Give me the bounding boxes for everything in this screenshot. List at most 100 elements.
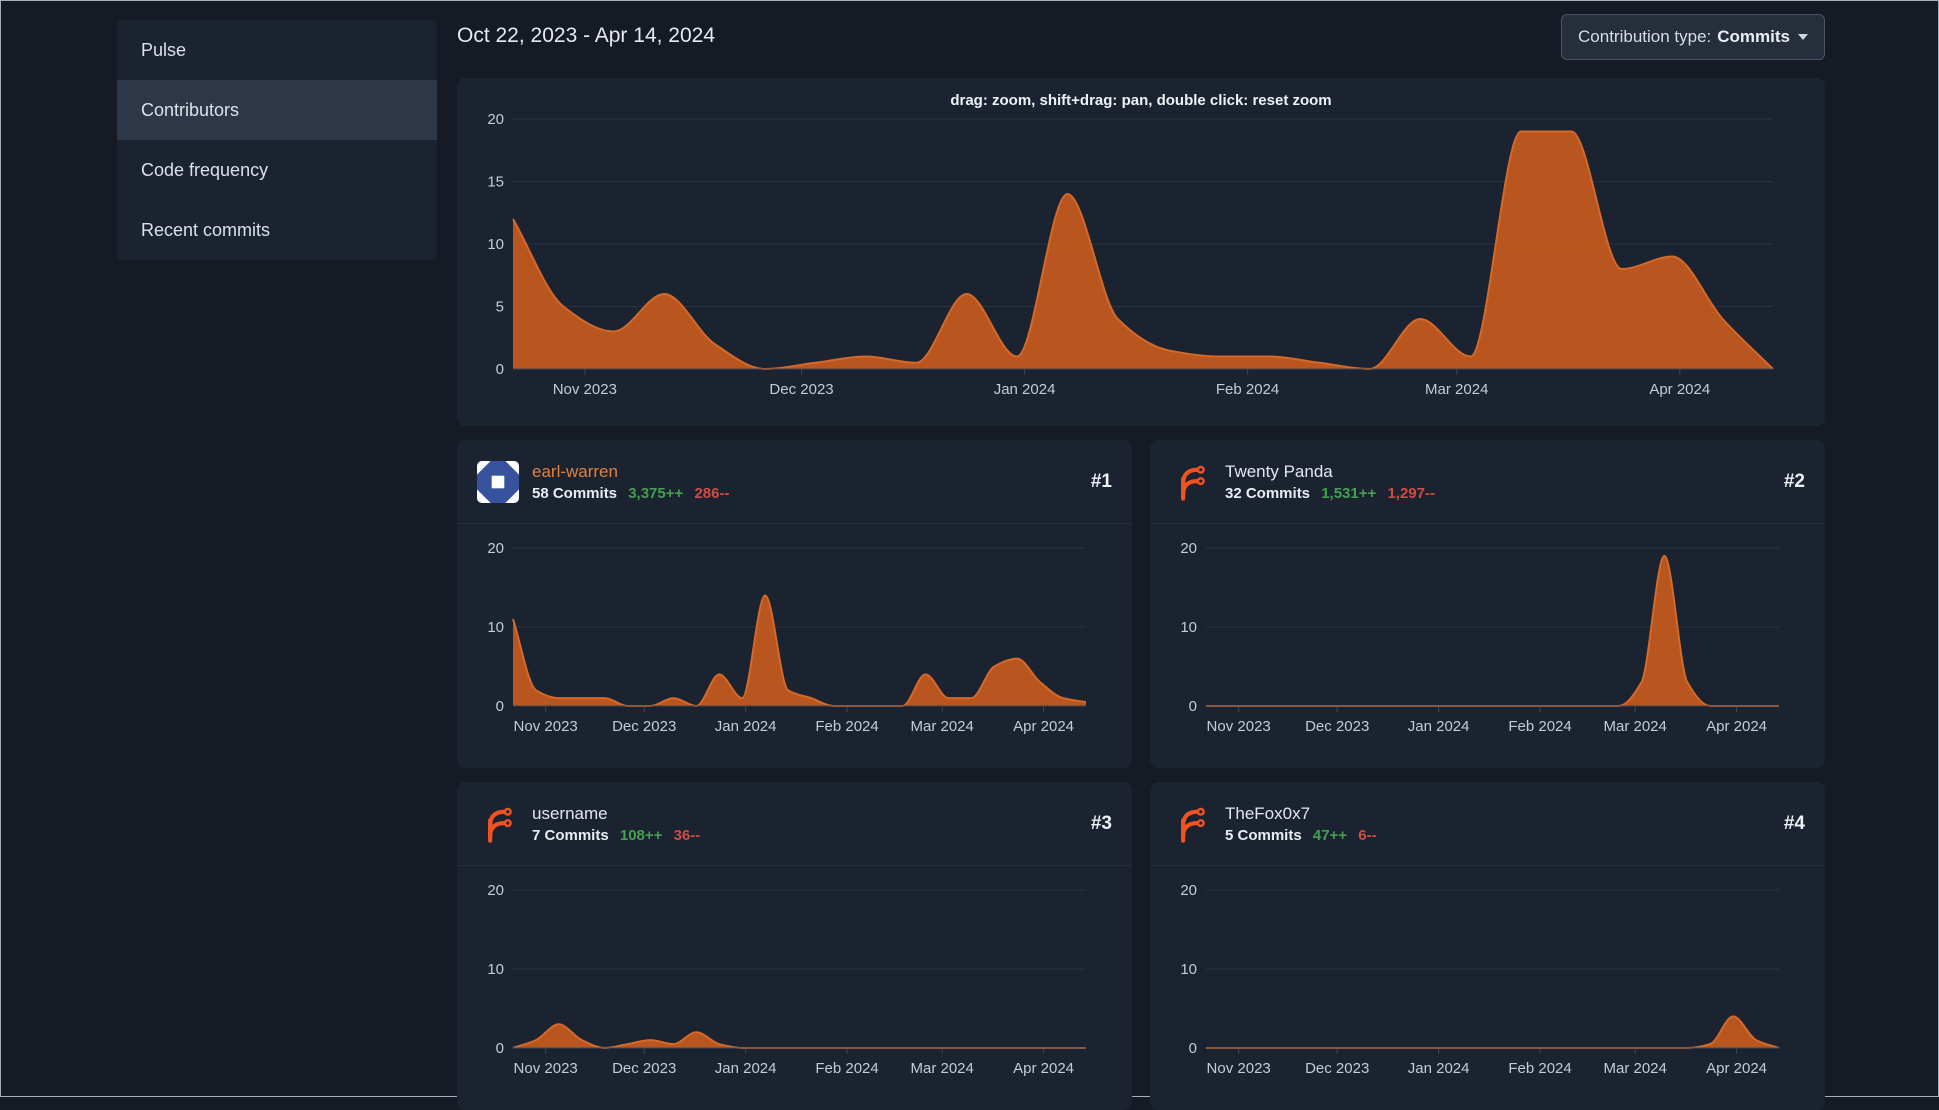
contributor-card-header: TheFox0x7 5 Commits 47++ 6-- #4: [1150, 782, 1825, 866]
svg-text:Apr 2024: Apr 2024: [1706, 718, 1767, 735]
contributor-chart[interactable]: 0 10 20 Nov 2023 Dec 2023 Jan 2024 Feb 2024 Mar…: [473, 524, 1116, 744]
rank-badge: #4: [1783, 812, 1805, 834]
rank-badge: #3: [1090, 812, 1112, 834]
additions-count: 3,375++: [628, 485, 684, 503]
svg-text:0: 0: [496, 698, 504, 715]
date-range-title: Oct 22, 2023 - Apr 14, 2024: [457, 24, 716, 47]
contributor-stats: 5 Commits 47++ 6--: [1225, 827, 1384, 844]
additions-count: 1,531++: [1321, 485, 1377, 503]
svg-text:Nov 2023: Nov 2023: [514, 1060, 578, 1077]
svg-text:Mar 2024: Mar 2024: [910, 1060, 973, 1077]
sidebar-item-pulse[interactable]: Pulse: [117, 20, 437, 80]
overall-contributions-chart[interactable]: 0 5 10 15 20 Nov 2023 Dec 2023 Jan 2024 Feb 2024…: [473, 109, 1809, 409]
contributor-identity: username 7 Commits 108++ 36--: [532, 803, 707, 844]
svg-text:10: 10: [487, 961, 504, 978]
sidebar-item-recent-commits[interactable]: Recent commits: [117, 200, 437, 260]
svg-text:Feb 2024: Feb 2024: [815, 1060, 878, 1077]
svg-text:Feb 2024: Feb 2024: [1508, 1060, 1571, 1077]
rank-badge: #1: [1090, 470, 1112, 492]
forgejo-logo-icon: [1181, 807, 1205, 843]
svg-text:0: 0: [1189, 698, 1197, 715]
commit-count: 58 Commits: [532, 485, 618, 503]
contributor-stats: 58 Commits 3,375++ 286--: [532, 485, 736, 502]
svg-text:Apr 2024: Apr 2024: [1706, 1060, 1767, 1077]
chevron-down-icon: [1798, 34, 1808, 40]
commit-count: 5 Commits: [1225, 827, 1302, 845]
svg-text:Feb 2024: Feb 2024: [815, 718, 878, 735]
contribution-type-label: Contribution type:: [1578, 27, 1712, 46]
svg-text:Dec 2023: Dec 2023: [1305, 1060, 1369, 1077]
activity-page: { "header": { "date_range": "Oct 22, 202…: [0, 0, 1939, 1110]
contributor-cards: earl-warren 58 Commits 3,375++ 286-- #1 …: [457, 440, 1825, 1110]
contributor-card-header: earl-warren 58 Commits 3,375++ 286-- #1: [457, 440, 1132, 524]
svg-text:Mar 2024: Mar 2024: [910, 718, 973, 735]
svg-text:0: 0: [1189, 1040, 1197, 1057]
avatar: [1170, 803, 1212, 845]
contributor-identity: earl-warren 58 Commits 3,375++ 286--: [532, 461, 736, 502]
sidebar-item-contributors[interactable]: Contributors: [117, 80, 437, 140]
contributor-identity: TheFox0x7 5 Commits 47++ 6--: [1225, 803, 1384, 844]
svg-text:Jan 2024: Jan 2024: [715, 718, 777, 735]
svg-text:Mar 2024: Mar 2024: [1425, 381, 1488, 398]
deletions-count: 1,297--: [1387, 485, 1435, 503]
contributor-card: username 7 Commits 108++ 36-- #3 0 10 20 No…: [457, 782, 1132, 1110]
svg-text:Apr 2024: Apr 2024: [1013, 718, 1074, 735]
sidebar-item-code-frequency[interactable]: Code frequency: [117, 140, 437, 200]
chart-zoom-hint: drag: zoom, shift+drag: pan, double clic…: [950, 92, 1332, 109]
contributor-stats: 32 Commits 1,531++ 1,297--: [1225, 485, 1442, 502]
svg-text:Dec 2023: Dec 2023: [612, 1060, 676, 1077]
commit-count: 7 Commits: [532, 827, 609, 845]
svg-text:20: 20: [487, 882, 504, 899]
svg-text:Feb 2024: Feb 2024: [1216, 381, 1279, 398]
contribution-type-value: Commits: [1717, 27, 1790, 46]
contributor-card: Twenty Panda 32 Commits 1,531++ 1,297-- …: [1150, 440, 1825, 768]
svg-text:20: 20: [487, 111, 504, 128]
contributor-chart[interactable]: 0 10 20 Nov 2023 Dec 2023 Jan 2024 Feb 2024 Mar…: [473, 866, 1116, 1086]
svg-text:Nov 2023: Nov 2023: [553, 381, 617, 398]
svg-text:20: 20: [1180, 540, 1197, 557]
svg-text:Dec 2023: Dec 2023: [1305, 718, 1369, 735]
overall-contributions-panel: drag: zoom, shift+drag: pan, double clic…: [457, 78, 1825, 426]
avatar: [477, 803, 519, 845]
svg-text:5: 5: [496, 299, 504, 316]
deletions-count: 286--: [694, 485, 730, 503]
contribution-type-dropdown[interactable]: Contribution type: Commits: [1561, 14, 1825, 60]
identicon-avatar: [477, 460, 519, 503]
svg-text:0: 0: [496, 361, 504, 378]
svg-text:Jan 2024: Jan 2024: [1408, 718, 1470, 735]
contributor-card-header: username 7 Commits 108++ 36-- #3: [457, 782, 1132, 866]
deletions-count: 36--: [673, 827, 701, 845]
main-content: Oct 22, 2023 - Apr 14, 2024 Contribution…: [457, 1, 1825, 1110]
svg-text:Dec 2023: Dec 2023: [769, 381, 833, 398]
svg-text:20: 20: [487, 540, 504, 557]
activity-nav: Pulse Contributors Code frequency Recent co…: [117, 20, 437, 260]
svg-text:Jan 2024: Jan 2024: [1408, 1060, 1470, 1077]
contributor-chart[interactable]: 0 10 20 Nov 2023 Dec 2023 Jan 2024 Feb 2024 Mar…: [1166, 866, 1809, 1086]
contributor-card: TheFox0x7 5 Commits 47++ 6-- #4 0 10 20 Nov…: [1150, 782, 1825, 1110]
avatar: [1170, 461, 1212, 503]
svg-text:10: 10: [487, 619, 504, 636]
additions-count: 47++: [1312, 827, 1348, 845]
svg-text:Apr 2024: Apr 2024: [1013, 1060, 1074, 1077]
svg-text:10: 10: [1180, 619, 1197, 636]
contributor-name: Twenty Panda: [1225, 461, 1333, 481]
contributor-name[interactable]: earl-warren: [532, 461, 736, 482]
contributor-stats: 7 Commits 108++ 36--: [532, 827, 707, 844]
svg-text:Mar 2024: Mar 2024: [1603, 1060, 1666, 1077]
contributor-name: username: [532, 803, 608, 823]
forgejo-logo-icon: [488, 807, 512, 843]
svg-text:Feb 2024: Feb 2024: [1508, 718, 1571, 735]
svg-text:20: 20: [1180, 882, 1197, 899]
svg-text:Dec 2023: Dec 2023: [612, 718, 676, 735]
contributor-identity: Twenty Panda 32 Commits 1,531++ 1,297--: [1225, 461, 1442, 502]
rank-badge: #2: [1783, 470, 1805, 492]
svg-text:0: 0: [496, 1040, 504, 1057]
svg-text:10: 10: [1180, 961, 1197, 978]
svg-text:Nov 2023: Nov 2023: [1207, 1060, 1271, 1077]
deletions-count: 6--: [1358, 827, 1377, 845]
svg-text:Apr 2024: Apr 2024: [1649, 381, 1710, 398]
avatar: [477, 460, 519, 503]
forgejo-logo-icon: [1181, 465, 1205, 501]
contributor-chart[interactable]: 0 10 20 Nov 2023 Dec 2023 Jan 2024 Feb 2024 Mar…: [1166, 524, 1809, 744]
contributor-card: earl-warren 58 Commits 3,375++ 286-- #1 …: [457, 440, 1132, 768]
